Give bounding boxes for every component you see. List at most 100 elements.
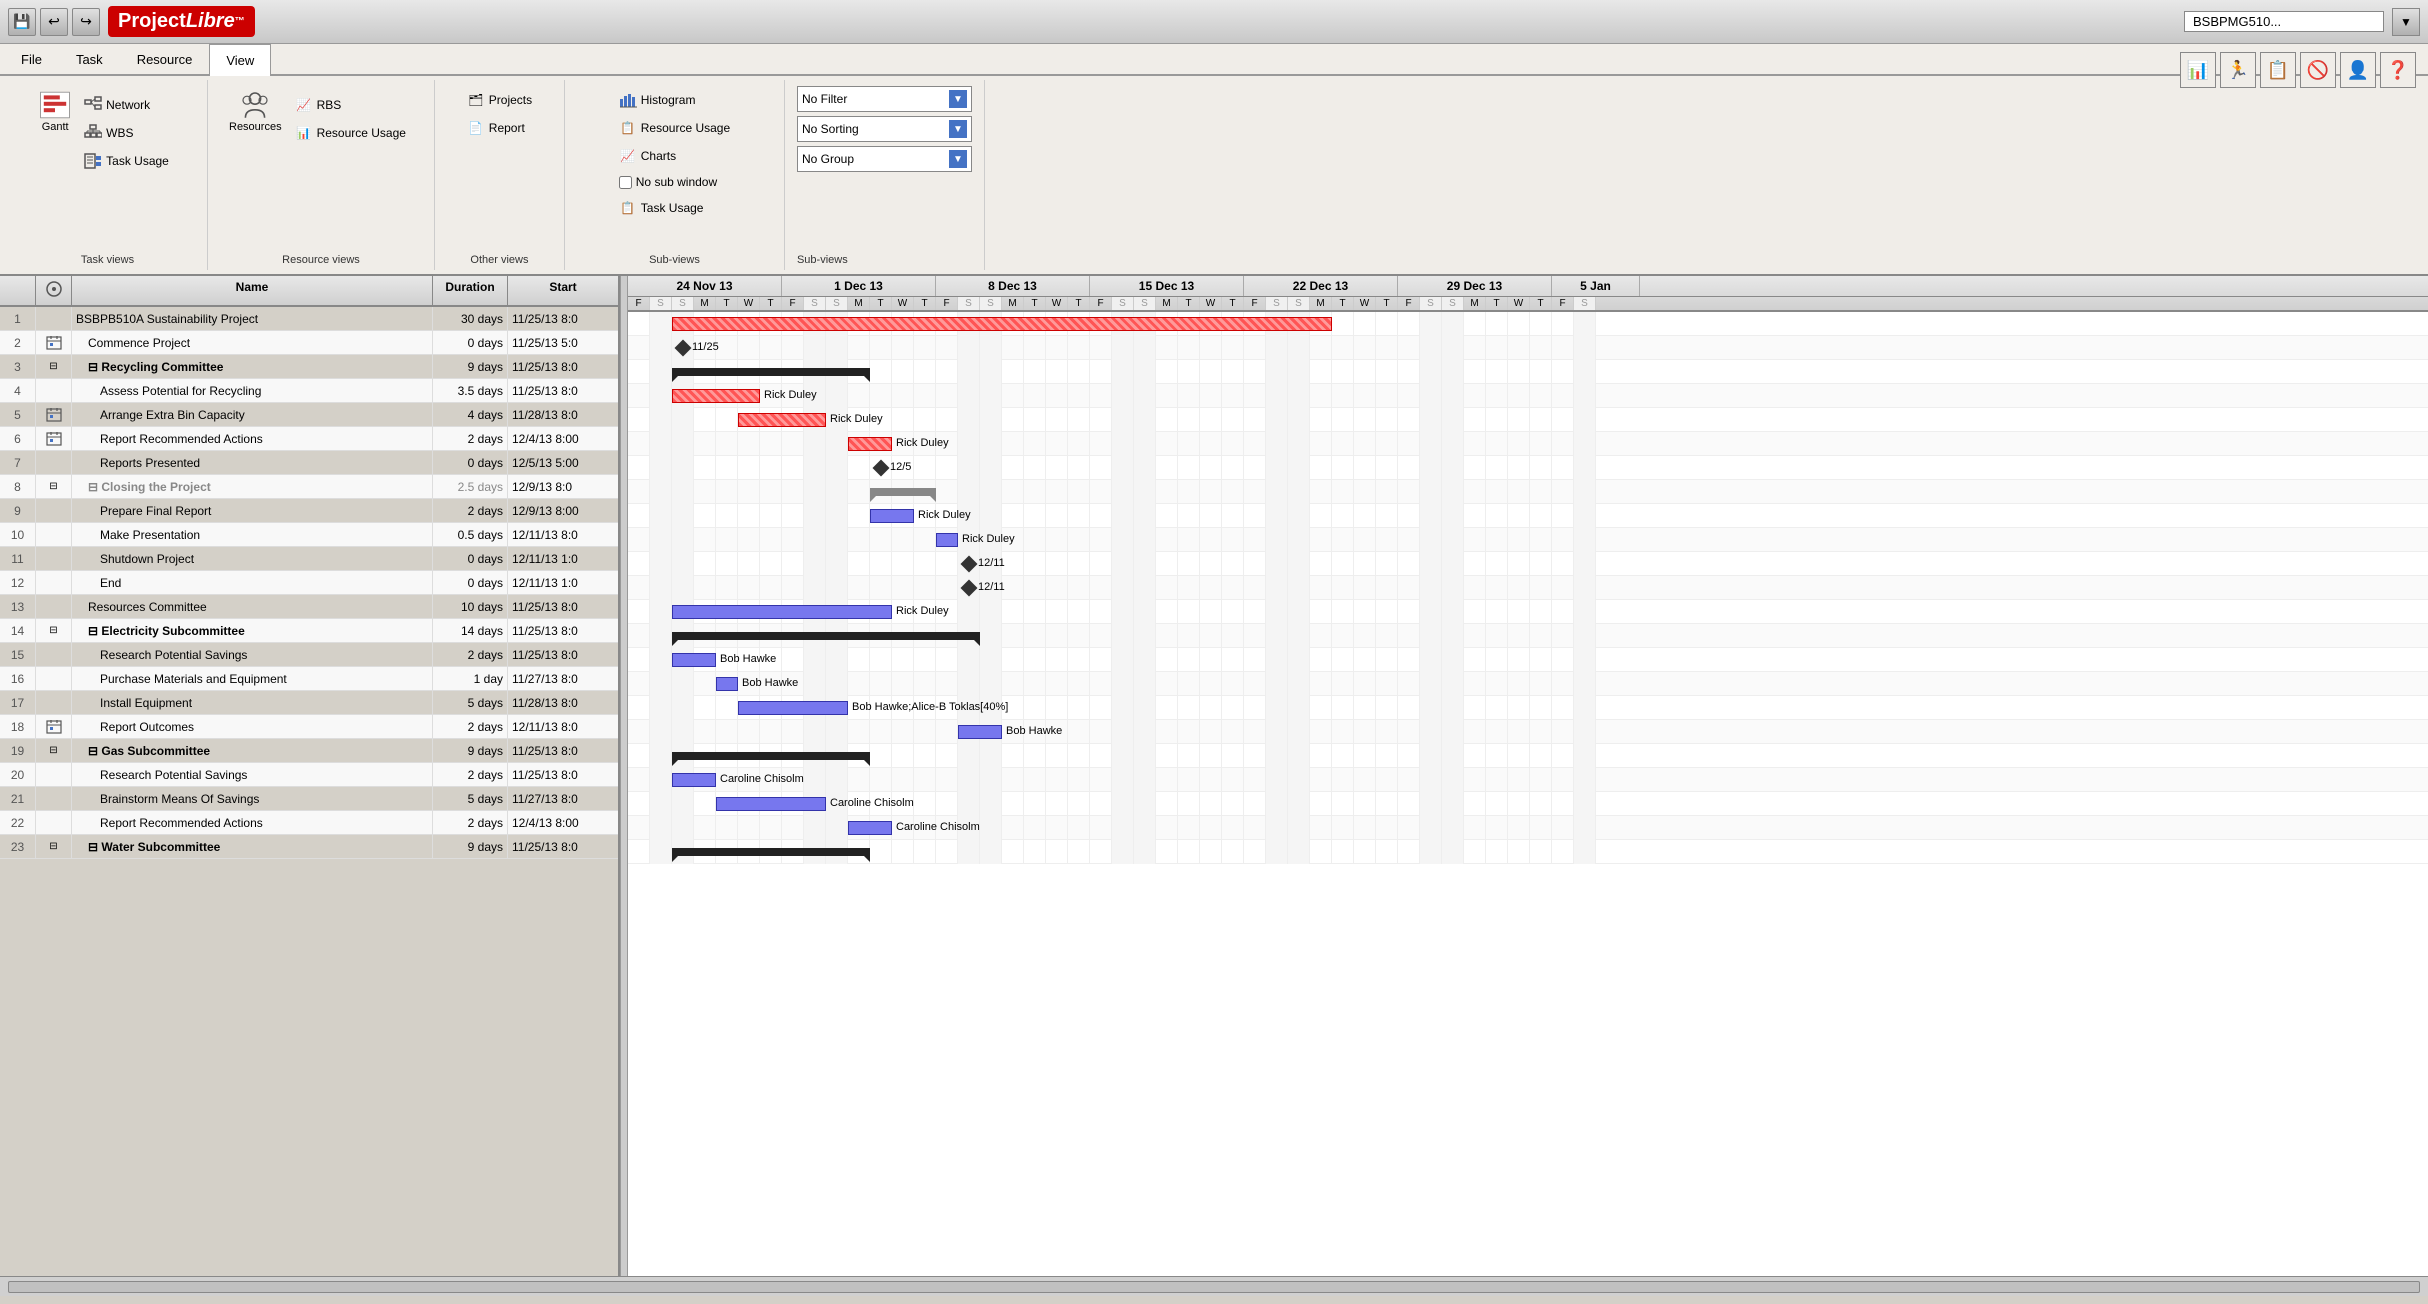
table-row[interactable]: 20 Research Potential Savings 2 days 11/… xyxy=(0,763,618,787)
gantt-bar xyxy=(672,389,760,403)
table-row[interactable]: 22 Report Recommended Actions 2 days 12/… xyxy=(0,811,618,835)
gantt-bar xyxy=(738,701,848,715)
title-expand-btn[interactable]: ▼ xyxy=(2392,8,2420,36)
win-btn-save[interactable]: 💾 xyxy=(8,8,36,36)
col-header-duration: Duration xyxy=(433,276,508,305)
table-row[interactable]: 15 Research Potential Savings 2 days 11/… xyxy=(0,643,618,667)
day-label: M xyxy=(694,297,716,310)
table-row[interactable]: 17 Install Equipment 5 days 11/28/13 8:0 xyxy=(0,691,618,715)
bottom-scroll[interactable] xyxy=(0,1276,2428,1296)
cell-icon: ⊟ xyxy=(36,619,72,643)
day-label: S xyxy=(1442,297,1464,310)
gantt-label: Gantt xyxy=(42,121,69,133)
no-group-label: No Group xyxy=(802,152,854,166)
table-row[interactable]: 19 ⊟ ⊟ Gas Subcommittee 9 days 11/25/13 … xyxy=(0,739,618,763)
main-content: Name Duration Start 1 BSBPB510A Sustaina… xyxy=(0,276,2428,1276)
toolbar-btn-charts[interactable]: 📈 Charts xyxy=(612,144,737,168)
gantt-chart: 24 Nov 131 Dec 138 Dec 1315 Dec 1322 Dec… xyxy=(628,276,2428,1276)
table-row[interactable]: 13 Resources Committee 10 days 11/25/13 … xyxy=(0,595,618,619)
no-sub-window-checkbox[interactable] xyxy=(619,176,632,189)
menu-file[interactable]: File xyxy=(4,44,59,74)
toolbar-btn-resources[interactable]: Resources 📈 RBS 📊 Resource Usage xyxy=(220,84,422,246)
window-controls[interactable]: 💾 ↩ ↪ xyxy=(8,8,100,36)
chart-row: Rick Duley xyxy=(628,432,2428,456)
no-filter-arrow[interactable]: ▼ xyxy=(949,90,967,108)
table-row[interactable]: 16 Purchase Materials and Equipment 1 da… xyxy=(0,667,618,691)
filter-no-group[interactable]: No Group ▼ xyxy=(797,146,972,172)
toolbar-btn-report[interactable]: 📄 Report xyxy=(460,116,539,140)
table-row[interactable]: 3 ⊟ ⊟ Recycling Committee 9 days 11/25/1… xyxy=(0,355,618,379)
no-group-arrow[interactable]: ▼ xyxy=(949,150,967,168)
cell-icon xyxy=(36,787,72,811)
menu-view[interactable]: View xyxy=(209,44,271,76)
table-row[interactable]: 2 Commence Project 0 days 11/25/13 5:0 xyxy=(0,331,618,355)
report-label: Report xyxy=(489,121,525,135)
table-row[interactable]: 8 ⊟ ⊟ Closing the Project 2.5 days 12/9/… xyxy=(0,475,618,499)
projects-icon: 🗂 xyxy=(467,91,485,109)
chart-area[interactable]: 11/25Rick DuleyRick DuleyRick Duley12/5R… xyxy=(628,312,2428,1276)
toolbar-btn-histogram[interactable]: Histogram xyxy=(612,88,737,112)
cell-start: 12/5/13 5:00 xyxy=(508,451,618,475)
cell-rownum: 14 xyxy=(0,619,36,643)
rt-btn-2[interactable]: 📋 xyxy=(2260,52,2296,88)
cell-name: Research Potential Savings xyxy=(72,763,433,787)
win-btn-redo[interactable]: ↪ xyxy=(72,8,100,36)
chart-row xyxy=(628,360,2428,384)
rt-btn-help[interactable]: ❓ xyxy=(2380,52,2416,88)
toolbar-btn-wbs[interactable]: WBS xyxy=(77,121,176,145)
toolbar-sub-views: Histogram 📋 Resource Usage 📈 Charts No s… xyxy=(565,80,785,270)
rt-btn-1[interactable]: 🏃 xyxy=(2220,52,2256,88)
toolbar-btn-sub-task-usage[interactable]: 📋 Task Usage xyxy=(612,196,737,220)
cell-start: 11/27/13 8:0 xyxy=(508,787,618,811)
gantt-bar xyxy=(672,605,892,619)
toolbar-btn-no-sub-window[interactable]: No sub window xyxy=(612,172,737,192)
gantt-bar xyxy=(936,533,958,547)
table-row[interactable]: 7 Reports Presented 0 days 12/5/13 5:00 xyxy=(0,451,618,475)
cell-rownum: 19 xyxy=(0,739,36,763)
cell-start: 11/25/13 5:0 xyxy=(508,331,618,355)
toolbar-btn-sub-resource-usage[interactable]: 📋 Resource Usage xyxy=(612,116,737,140)
filter-no-sorting[interactable]: No Sorting ▼ xyxy=(797,116,972,142)
toolbar-btn-projects[interactable]: 🗂 Projects xyxy=(460,88,539,112)
cell-rownum: 12 xyxy=(0,571,36,595)
table-row[interactable]: 6 Report Recommended Actions 2 days 12/4… xyxy=(0,427,618,451)
menu-task[interactable]: Task xyxy=(59,44,120,74)
table-row[interactable]: 18 Report Outcomes 2 days 12/11/13 8:0 xyxy=(0,715,618,739)
gantt-bar xyxy=(958,725,1002,739)
rt-btn-4[interactable]: 👤 xyxy=(2340,52,2376,88)
cell-name: BSBPB510A Sustainability Project xyxy=(72,307,433,331)
cell-icon xyxy=(36,691,72,715)
toolbar-btn-gantt[interactable]: Gantt Network xyxy=(30,84,185,246)
chart-row: Rick Duley xyxy=(628,600,2428,624)
day-label: T xyxy=(760,297,782,310)
toolbar-task-views-inner: Gantt Network xyxy=(30,84,185,266)
task-usage-label: Task Usage xyxy=(106,154,169,168)
table-row[interactable]: 4 Assess Potential for Recycling 3.5 day… xyxy=(0,379,618,403)
table-row[interactable]: 11 Shutdown Project 0 days 12/11/13 1:0 xyxy=(0,547,618,571)
table-row[interactable]: 1 BSBPB510A Sustainability Project 30 da… xyxy=(0,307,618,331)
table-row[interactable]: 14 ⊟ ⊟ Electricity Subcommittee 14 days … xyxy=(0,619,618,643)
toolbar-btn-task-usage[interactable]: Task Usage xyxy=(77,149,176,173)
gantt-table: Name Duration Start 1 BSBPB510A Sustaina… xyxy=(0,276,620,1276)
table-row[interactable]: 5 Arrange Extra Bin Capacity 4 days 11/2… xyxy=(0,403,618,427)
rt-btn-0[interactable]: 📊 xyxy=(2180,52,2216,88)
cell-start: 11/25/13 8:0 xyxy=(508,307,618,331)
cell-duration: 1 day xyxy=(433,667,508,691)
no-sorting-arrow[interactable]: ▼ xyxy=(949,120,967,138)
table-row[interactable]: 9 Prepare Final Report 2 days 12/9/13 8:… xyxy=(0,499,618,523)
date-block: 15 Dec 13 xyxy=(1090,276,1244,296)
toolbar-btn-network[interactable]: Network xyxy=(77,93,176,117)
toolbar-btn-rbs[interactable]: 📈 RBS xyxy=(288,93,413,117)
table-row[interactable]: 10 Make Presentation 0.5 days 12/11/13 8… xyxy=(0,523,618,547)
menu-resource[interactable]: Resource xyxy=(120,44,210,74)
gantt-summary-bar xyxy=(672,752,870,760)
toolbar-btn-resource-usage[interactable]: 📊 Resource Usage xyxy=(288,121,413,145)
filters-label: Sub-views xyxy=(797,254,848,266)
filter-no-filter[interactable]: No Filter ▼ xyxy=(797,86,972,112)
win-btn-undo[interactable]: ↩ xyxy=(40,8,68,36)
table-row[interactable]: 12 End 0 days 12/11/13 1:0 xyxy=(0,571,618,595)
table-row[interactable]: 23 ⊟ ⊟ Water Subcommittee 9 days 11/25/1… xyxy=(0,835,618,859)
table-row[interactable]: 21 Brainstorm Means Of Savings 5 days 11… xyxy=(0,787,618,811)
splitter[interactable] xyxy=(620,276,628,1276)
rt-btn-3[interactable]: 🚫 xyxy=(2300,52,2336,88)
